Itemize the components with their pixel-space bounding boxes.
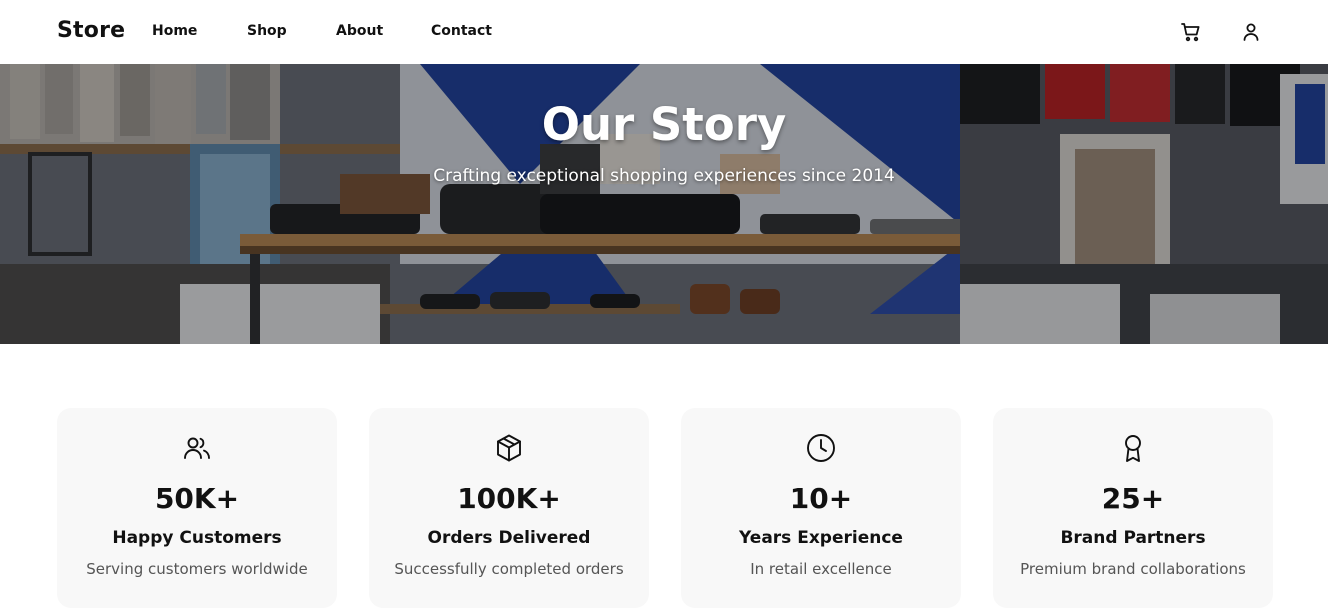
user-icon[interactable] [1239,20,1263,44]
stat-description: Successfully completed orders [394,560,624,578]
cart-icon[interactable] [1179,20,1203,44]
brand-logo[interactable]: Store [57,18,125,43]
clock-icon [805,432,837,464]
award-icon [1117,432,1149,464]
hero-subtitle: Crafting exceptional shopping experience… [433,166,895,186]
top-navigation: Store Home Shop About Contact [0,0,1328,64]
stat-description: Premium brand collaborations [1020,560,1246,578]
hero-banner: Our Story Crafting exceptional shopping … [0,64,1328,344]
stat-card-experience: 10+ Years Experience In retail excellenc… [681,408,961,608]
stat-description: Serving customers worldwide [86,560,308,578]
nav-link-home[interactable]: Home [152,23,247,39]
stat-value: 100K+ [457,482,561,515]
stat-description: In retail excellence [750,560,892,578]
package-icon [493,432,525,464]
stat-label: Happy Customers [112,528,282,548]
stat-label: Brand Partners [1060,528,1206,548]
stat-label: Years Experience [739,528,903,548]
stat-card-orders: 100K+ Orders Delivered Successfully comp… [369,408,649,608]
stat-card-customers: 50K+ Happy Customers Serving customers w… [57,408,337,608]
nav-link-contact[interactable]: Contact [431,23,492,39]
stat-value: 50K+ [154,482,240,515]
stat-value: 10+ [789,482,853,515]
stat-label: Orders Delivered [427,528,591,548]
hero-title: Our Story [541,98,787,151]
users-icon [181,432,213,464]
nav-link-about[interactable]: About [336,23,431,39]
nav-link-shop[interactable]: Shop [247,23,336,39]
stat-value: 25+ [1101,482,1165,515]
stat-card-partners: 25+ Brand Partners Premium brand collabo… [993,408,1273,608]
nav-links: Home Shop About Contact [152,23,492,39]
